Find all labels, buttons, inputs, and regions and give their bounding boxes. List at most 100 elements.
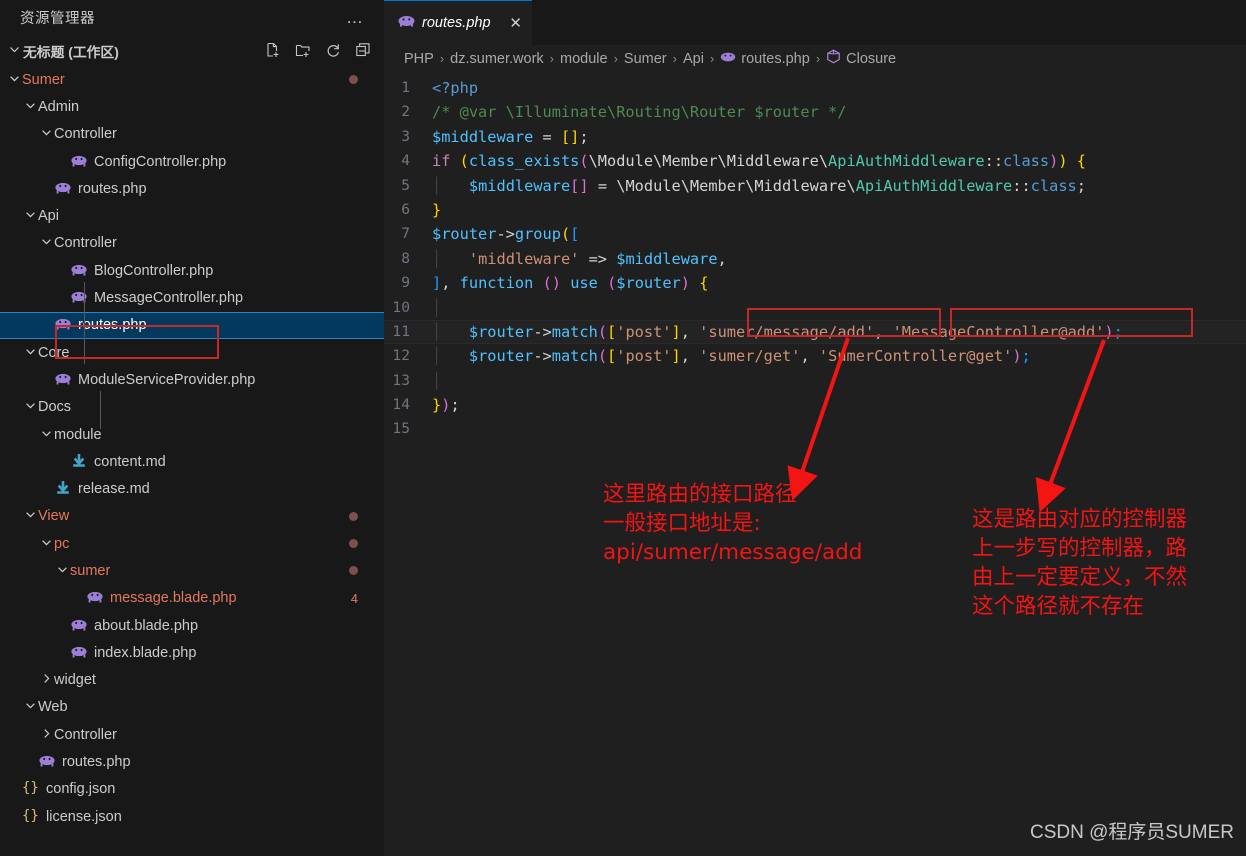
chevron-down-icon[interactable] xyxy=(22,346,38,360)
code-line[interactable]: 7 $router->group([ xyxy=(384,222,1246,246)
chevron-right-icon[interactable] xyxy=(38,673,54,687)
explorer-header: 资源管理器 … xyxy=(0,0,384,35)
tree-folder-row[interactable]: Controller xyxy=(0,121,384,148)
breadcrumb-item[interactable]: PHP xyxy=(404,51,434,67)
tree-file-row[interactable]: routes.php xyxy=(0,748,384,775)
refresh-icon[interactable] xyxy=(325,42,342,59)
tree-item-label: Api xyxy=(38,208,59,225)
tree-item-label: routes.php xyxy=(78,180,147,197)
code-line[interactable]: 13 │ xyxy=(384,369,1246,393)
tab-label: routes.php xyxy=(422,15,491,31)
breadcrumb: PHP › dz.sumer.work › module › Sumer › Api › route… xyxy=(384,45,1246,72)
breadcrumb-label: module xyxy=(560,50,608,67)
breadcrumb-item[interactable]: Closure xyxy=(826,49,896,68)
breadcrumb-item[interactable]: module xyxy=(560,51,608,67)
code-line[interactable]: 9], function () use ($router) { xyxy=(384,271,1246,295)
collapse-all-icon[interactable] xyxy=(355,42,372,59)
tree-folder-row[interactable]: View xyxy=(0,503,384,530)
tree-file-row[interactable]: {} config.json xyxy=(0,776,384,803)
code-line[interactable]: 3 $middleware = []; xyxy=(384,125,1246,149)
more-actions-icon[interactable]: … xyxy=(346,9,364,26)
code-editor[interactable]: 1 <?php 2 /* @var \Illuminate\Routing\Route… xyxy=(384,72,1246,442)
tab-routes-php[interactable]: routes.php ✕ xyxy=(384,0,532,45)
line-number: 7 xyxy=(401,225,410,243)
tree-folder-row[interactable]: sumer xyxy=(0,557,384,584)
tree-folder-row[interactable]: Controller xyxy=(0,230,384,257)
line-content: <?php xyxy=(432,79,479,97)
close-icon[interactable]: ✕ xyxy=(509,14,522,32)
code-line[interactable]: 15 xyxy=(384,417,1246,441)
code-line[interactable]: 6} xyxy=(384,198,1246,222)
workspace-root-row[interactable]: 无标题 (工作区) xyxy=(0,35,384,66)
chevron-down-icon[interactable] xyxy=(38,236,54,250)
chevron-down-icon[interactable] xyxy=(22,509,38,523)
tree-file-row[interactable]: {} license.json xyxy=(0,803,384,830)
chevron-right-icon[interactable] xyxy=(38,728,54,742)
breadcrumb-separator: › xyxy=(709,51,715,66)
tree-folder-row[interactable]: Api xyxy=(0,202,384,229)
chevron-down-icon[interactable] xyxy=(22,209,38,223)
tree-file-row[interactable]: index.blade.php xyxy=(0,639,384,666)
tree-file-row[interactable]: routes.php xyxy=(0,175,384,202)
chevron-down-icon[interactable] xyxy=(38,428,54,442)
breadcrumb-item[interactable]: Api xyxy=(683,51,704,67)
workspace-label: 无标题 (工作区) xyxy=(23,44,119,60)
line-content: /* @var \Illuminate\Routing\Router $rout… xyxy=(432,103,847,122)
tree-folder-row[interactable]: Web xyxy=(0,694,384,721)
tree-folder-row[interactable]: Core xyxy=(0,339,384,366)
code-line[interactable]: 8 │ 'middleware' => $middleware, xyxy=(384,247,1246,271)
chevron-down-icon[interactable] xyxy=(22,400,38,414)
tree-item-label: pc xyxy=(54,535,70,552)
breadcrumb-separator: › xyxy=(672,51,677,66)
breadcrumb-item[interactable]: dz.sumer.work xyxy=(450,51,543,67)
tree-folder-row[interactable]: Docs xyxy=(0,394,384,421)
chevron-down-icon[interactable] xyxy=(22,700,38,714)
tree-folder-row[interactable]: pc xyxy=(0,530,384,557)
chevron-down-icon[interactable] xyxy=(22,100,38,114)
code-line[interactable]: 4 if (class_exists(\Module\Member\Middlew… xyxy=(384,149,1246,173)
annotation-right: 这是路由对应的控制器 上一步写的控制器，路 由上一定要定义，不然 这个路径就不存在 xyxy=(972,505,1187,621)
indent-guide xyxy=(100,391,101,429)
tree-file-row[interactable]: routes.php xyxy=(0,311,384,339)
tree-folder-row[interactable]: module xyxy=(0,421,384,448)
chevron-down-icon[interactable] xyxy=(6,43,23,58)
breadcrumb-item[interactable]: Sumer xyxy=(624,51,667,67)
breadcrumb-item[interactable]: routes.php xyxy=(720,51,810,67)
tree-file-row[interactable]: release.md xyxy=(0,475,384,502)
code-line[interactable]: 12 │ $router->match(['post'], 'sumer/get'… xyxy=(384,344,1246,368)
annotation-line: 上一步写的控制器，路 xyxy=(972,536,1188,561)
new-folder-icon[interactable] xyxy=(295,42,312,59)
explorer-actions xyxy=(265,42,384,59)
line-content: │ xyxy=(432,298,442,317)
tree-file-row[interactable]: ConfigController.php xyxy=(0,148,384,175)
tree-folder-row[interactable]: Sumer xyxy=(0,66,384,93)
tree-file-row[interactable]: message.blade.php 4 xyxy=(0,585,384,612)
chevron-down-icon[interactable] xyxy=(38,127,54,141)
code-line[interactable]: 10 │ xyxy=(384,296,1246,320)
tree-file-row[interactable]: MessageController.php xyxy=(0,284,384,311)
tree-file-row[interactable]: BlogController.php xyxy=(0,257,384,284)
code-line[interactable]: 5 │ $middleware[] = \Module\Member\Middle… xyxy=(384,174,1246,198)
php-icon xyxy=(70,618,88,634)
line-number: 14 xyxy=(392,396,410,414)
chevron-down-icon[interactable] xyxy=(6,73,22,87)
chevron-down-icon[interactable] xyxy=(54,564,70,578)
code-line[interactable]: 14}); xyxy=(384,393,1246,417)
tree-folder-row[interactable]: Controller xyxy=(0,721,384,748)
markdown-icon xyxy=(54,481,72,497)
line-number: 12 xyxy=(392,347,410,365)
tree-file-row[interactable]: ModuleServiceProvider.php xyxy=(0,366,384,393)
json-icon: {} xyxy=(22,807,39,824)
code-line[interactable]: 2 /* @var \Illuminate\Routing\Router $rou… xyxy=(384,100,1246,124)
tree-folder-row[interactable]: Admin xyxy=(0,93,384,120)
tree-file-row[interactable]: content.md xyxy=(0,448,384,475)
tree-folder-row[interactable]: widget xyxy=(0,667,384,694)
breadcrumb-label: dz.sumer.work xyxy=(450,50,544,67)
code-line[interactable]: 1 <?php xyxy=(384,76,1246,100)
code-line[interactable]: 11 │ $router->match(['post'], 'sumer/mess… xyxy=(384,319,1246,345)
php-icon xyxy=(86,590,104,606)
tree-item-label: release.md xyxy=(78,481,150,498)
new-file-icon[interactable] xyxy=(265,42,282,59)
chevron-down-icon[interactable] xyxy=(38,537,54,551)
tree-file-row[interactable]: about.blade.php xyxy=(0,612,384,639)
